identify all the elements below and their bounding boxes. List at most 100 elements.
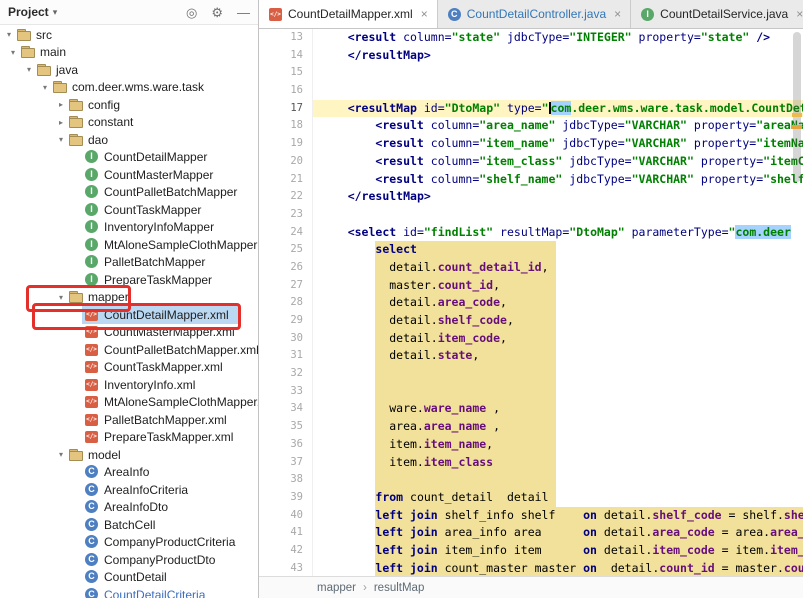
tree-item-mtalonesampleclothmapper[interactable]: MtAloneSampleClothMapper <box>0 236 258 254</box>
code-token: column= <box>396 30 451 44</box>
tree-item-countdetailcriteria[interactable]: CountDetailCriteria <box>0 586 258 598</box>
code-text[interactable]: detail.shelf_code, <box>313 312 803 330</box>
code-text[interactable] <box>313 82 803 100</box>
code-text[interactable]: </resultMap> <box>313 188 803 206</box>
tree-item-countpalletbatchmapper[interactable]: CountPalletBatchMapper <box>0 184 258 202</box>
project-panel-title[interactable]: Project <box>8 5 49 19</box>
code-text[interactable]: <result column="item_name" jdbcType="VAR… <box>313 135 803 153</box>
tab-countdetailmapper-xml[interactable]: CountDetailMapper.xml× <box>259 0 438 28</box>
tree-item-config[interactable]: ▸config <box>0 96 258 114</box>
tree-item-areainfo[interactable]: AreaInfo <box>0 464 258 482</box>
chevron-right-icon[interactable]: ▸ <box>54 100 68 109</box>
code-text[interactable] <box>313 383 803 401</box>
tree-item-constant[interactable]: ▸constant <box>0 114 258 132</box>
chevron-down-icon[interactable]: ▾ <box>22 65 36 74</box>
tree-item-countdetailmapper-xml[interactable]: CountDetailMapper.xml <box>0 306 258 324</box>
tree-item-countmastermapper[interactable]: CountMasterMapper <box>0 166 258 184</box>
tree-item-inventoryinfo-xml[interactable]: InventoryInfo.xml <box>0 376 258 394</box>
tree-item-countmastermapper-xml[interactable]: CountMasterMapper.xml <box>0 324 258 342</box>
code-text[interactable] <box>313 471 803 489</box>
locate-icon[interactable]: ◎ <box>186 6 197 19</box>
code-text[interactable] <box>313 365 803 383</box>
chevron-down-icon[interactable]: ▾ <box>2 30 16 39</box>
code-token: jdbcType= <box>562 172 631 186</box>
tree-item-preparetaskmapper-xml[interactable]: PrepareTaskMapper.xml <box>0 429 258 447</box>
code-text[interactable]: left join area_info area on detail.area_… <box>313 524 803 542</box>
line-number: 28 <box>259 294 313 312</box>
close-icon[interactable]: × <box>421 7 428 21</box>
tab-countdetailcontroller-java[interactable]: CountDetailController.java× <box>438 0 631 28</box>
tree-item-counttaskmapper-xml[interactable]: CountTaskMapper.xml <box>0 359 258 377</box>
tree-item-src[interactable]: ▾src <box>0 26 258 44</box>
code-token: count_master master <box>438 561 583 575</box>
code-text[interactable]: from count_detail detail <box>313 489 803 507</box>
tree-item-countdetail[interactable]: CountDetail <box>0 569 258 587</box>
scrollbar-thumb[interactable] <box>793 32 801 182</box>
tree-item-main[interactable]: ▾ main <box>0 44 258 62</box>
tree-item-countdetailmapper[interactable]: CountDetailMapper <box>0 149 258 167</box>
code-token: , <box>500 295 507 309</box>
tree-item-mtalonesampleclothmapper-xml[interactable]: MtAloneSampleClothMapper.xml <box>0 394 258 412</box>
tree-item-palletbatchmapper-xml[interactable]: PalletBatchMapper.xml <box>0 411 258 429</box>
code-text[interactable]: detail.count_detail_id, <box>313 259 803 277</box>
close-icon[interactable]: × <box>796 7 803 21</box>
tree-item-areainfocriteria[interactable]: AreaInfoCriteria <box>0 481 258 499</box>
editor-scrollbar[interactable] <box>790 29 803 576</box>
close-icon[interactable]: × <box>614 7 621 21</box>
hide-icon[interactable]: — <box>237 6 250 19</box>
code-line-32: 32 <box>259 365 803 383</box>
tree-item-batchcell[interactable]: BatchCell <box>0 516 258 534</box>
code-text[interactable]: <result column="state" jdbcType="INTEGER… <box>313 29 803 47</box>
tree-item-companyproductcriteria[interactable]: CompanyProductCriteria <box>0 534 258 552</box>
code-text[interactable]: left join shelf_info shelf on detail.she… <box>313 507 803 525</box>
chevron-down-icon[interactable]: ▾ <box>6 48 20 57</box>
code-text[interactable]: detail.item_code, <box>313 330 803 348</box>
code-token <box>320 508 375 522</box>
tree-item-areainfodto[interactable]: AreaInfoDto <box>0 499 258 517</box>
tree-item-preparetaskmapper[interactable]: PrepareTaskMapper <box>0 271 258 289</box>
code-text[interactable] <box>313 64 803 82</box>
tree-item-model[interactable]: ▾model <box>0 446 258 464</box>
code-text[interactable]: <result column="item_class" jdbcType="VA… <box>313 153 803 171</box>
tree-item-companyproductdto[interactable]: CompanyProductDto <box>0 551 258 569</box>
line-number: 27 <box>259 277 313 295</box>
tree-item-palletbatchmapper[interactable]: PalletBatchMapper <box>0 254 258 272</box>
chevron-right-icon[interactable]: ▸ <box>54 118 68 127</box>
breadcrumb-item-resultmap[interactable]: resultMap <box>374 582 425 594</box>
code-text[interactable]: </resultMap> <box>313 47 803 65</box>
code-text[interactable]: left join count_master master on detail.… <box>313 560 803 576</box>
tree-item-label: main <box>40 45 66 59</box>
tree-item-java[interactable]: ▾java <box>0 61 258 79</box>
code-text[interactable]: area.area_name , <box>313 418 803 436</box>
chevron-down-icon[interactable]: ▾ <box>38 83 52 92</box>
tree-item-inventoryinfomapper[interactable]: InventoryInfoMapper <box>0 219 258 237</box>
breadcrumb-item-mapper[interactable]: mapper <box>317 582 356 594</box>
chevron-down-icon[interactable]: ▾ <box>53 7 58 18</box>
code-text[interactable]: ware.ware_name , <box>313 400 803 418</box>
code-text[interactable]: <result column="area_name" jdbcType="VAR… <box>313 117 803 135</box>
settings-icon[interactable]: ⚙ <box>211 6 223 19</box>
code-token: type= <box>500 101 542 115</box>
chevron-down-icon[interactable]: ▾ <box>54 293 68 302</box>
code-lines: 13 <result column="state" jdbcType="INTE… <box>259 29 803 576</box>
code-text[interactable]: item.item_name, <box>313 436 803 454</box>
code-text[interactable]: left join item_info item on detail.item_… <box>313 542 803 560</box>
code-text[interactable]: master.count_id, <box>313 277 803 295</box>
tree-item-counttaskmapper[interactable]: CountTaskMapper <box>0 201 258 219</box>
code-text[interactable]: <resultMap id="DtoMap" type="com.deer.wm… <box>313 100 803 118</box>
tree-item-countpalletbatchmapper-xml[interactable]: CountPalletBatchMapper.xml <box>0 341 258 359</box>
code-editor[interactable]: 13 <result column="state" jdbcType="INTE… <box>259 29 803 576</box>
tree-item-com-deer-wms-ware-task[interactable]: ▾com.deer.wms.ware.task <box>0 79 258 97</box>
code-text[interactable]: detail.state, <box>313 347 803 365</box>
code-text[interactable]: detail.area_code, <box>313 294 803 312</box>
chevron-down-icon[interactable]: ▾ <box>54 450 68 459</box>
code-text[interactable]: select <box>313 241 803 259</box>
tab-countdetailservice-java[interactable]: CountDetailService.java× <box>631 0 803 28</box>
code-text[interactable]: <result column="shelf_name" jdbcType="VA… <box>313 171 803 189</box>
code-text[interactable]: item.item_class <box>313 454 803 472</box>
code-text[interactable] <box>313 206 803 224</box>
chevron-down-icon[interactable]: ▾ <box>54 135 68 144</box>
code-text[interactable]: <select id="findList" resultMap="DtoMap"… <box>313 224 803 242</box>
tree-item-dao[interactable]: ▾dao <box>0 131 258 149</box>
tree-item-mapper[interactable]: ▾mapper <box>0 289 258 307</box>
